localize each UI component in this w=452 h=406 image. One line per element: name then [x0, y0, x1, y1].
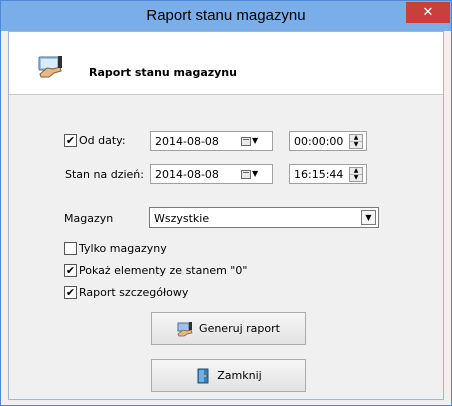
tylko-magazyny-label: Tylko magazyny — [79, 242, 167, 255]
report-dialog-window: Raport stanu magazynu ✕ Raport stanu mag… — [0, 0, 452, 406]
report-hand-icon — [38, 56, 62, 78]
stan-na-dzien-date-value: 2014-08-08 — [155, 168, 219, 181]
close-label: Zamknij — [217, 369, 262, 382]
stan-na-dzien-time-field[interactable]: 16:15:44 ▲ ▼ — [289, 164, 367, 184]
od-daty-checkbox[interactable]: ✔ — [64, 134, 77, 147]
title-bar[interactable]: Raport stanu magazynu ✕ — [1, 1, 451, 31]
close-button[interactable]: Zamknij — [151, 359, 306, 392]
od-daty-time-value: 00:00:00 — [294, 135, 344, 148]
check-icon: ✔ — [65, 286, 76, 299]
magazyn-dropdown-button[interactable]: ▼ — [361, 210, 376, 225]
generate-report-label: Generuj raport — [199, 322, 280, 335]
magazyn-label: Magazyn — [64, 212, 114, 225]
calendar-icon — [241, 136, 251, 146]
spin-down-icon[interactable]: ▼ — [350, 175, 362, 181]
generate-report-button[interactable]: Generuj raport — [151, 312, 306, 345]
stan-na-dzien-calendar-button[interactable]: ▼ — [241, 167, 267, 181]
raport-szczegolowy-checkbox[interactable]: ✔ — [64, 286, 77, 299]
magazyn-select[interactable]: Wszystkie ▼ — [149, 207, 379, 228]
od-daty-calendar-button[interactable]: ▼ — [241, 134, 267, 148]
report-hand-icon — [177, 321, 193, 336]
stan-na-dzien-date-field[interactable]: 2014-08-08 ▼ — [150, 164, 273, 184]
check-icon: ✔ — [65, 264, 76, 277]
header-title: Raport stanu magazynu — [89, 66, 237, 79]
calendar-icon — [241, 169, 251, 179]
dialog-client-area: Raport stanu magazynu ✔ Od daty: 2014-08… — [8, 31, 444, 400]
magazyn-selected-value: Wszystkie — [154, 212, 210, 225]
od-daty-date-field[interactable]: 2014-08-08 ▼ — [150, 131, 273, 151]
chevron-down-icon: ▼ — [252, 136, 259, 145]
window-title: Raport stanu magazynu — [146, 7, 306, 24]
check-icon: ✔ — [65, 134, 76, 147]
tylko-magazyny-checkbox[interactable] — [64, 242, 77, 255]
od-daty-time-spinner[interactable]: ▲ ▼ — [349, 134, 363, 149]
stan-na-dzien-time-spinner[interactable]: ▲ ▼ — [349, 167, 363, 182]
spin-down-icon[interactable]: ▼ — [350, 142, 362, 148]
pokaz-zero-label: Pokaż elementy ze stanem "0" — [79, 264, 248, 277]
od-daty-time-field[interactable]: 00:00:00 ▲ ▼ — [289, 131, 367, 151]
close-window-button[interactable]: ✕ — [406, 2, 450, 23]
od-daty-date-value: 2014-08-08 — [155, 135, 219, 148]
chevron-down-icon: ▼ — [252, 169, 259, 178]
stan-na-dzien-label: Stan na dzień: — [65, 168, 144, 181]
stan-na-dzien-time-value: 16:15:44 — [294, 168, 344, 181]
header-panel: Raport stanu magazynu — [9, 32, 443, 95]
pokaz-zero-checkbox[interactable]: ✔ — [64, 264, 77, 277]
chevron-down-icon: ▼ — [365, 213, 372, 222]
raport-szczegolowy-label: Raport szczegółowy — [79, 286, 189, 299]
door-exit-icon — [197, 368, 209, 383]
od-daty-label: Od daty: — [79, 134, 126, 147]
close-icon: ✕ — [422, 5, 434, 20]
